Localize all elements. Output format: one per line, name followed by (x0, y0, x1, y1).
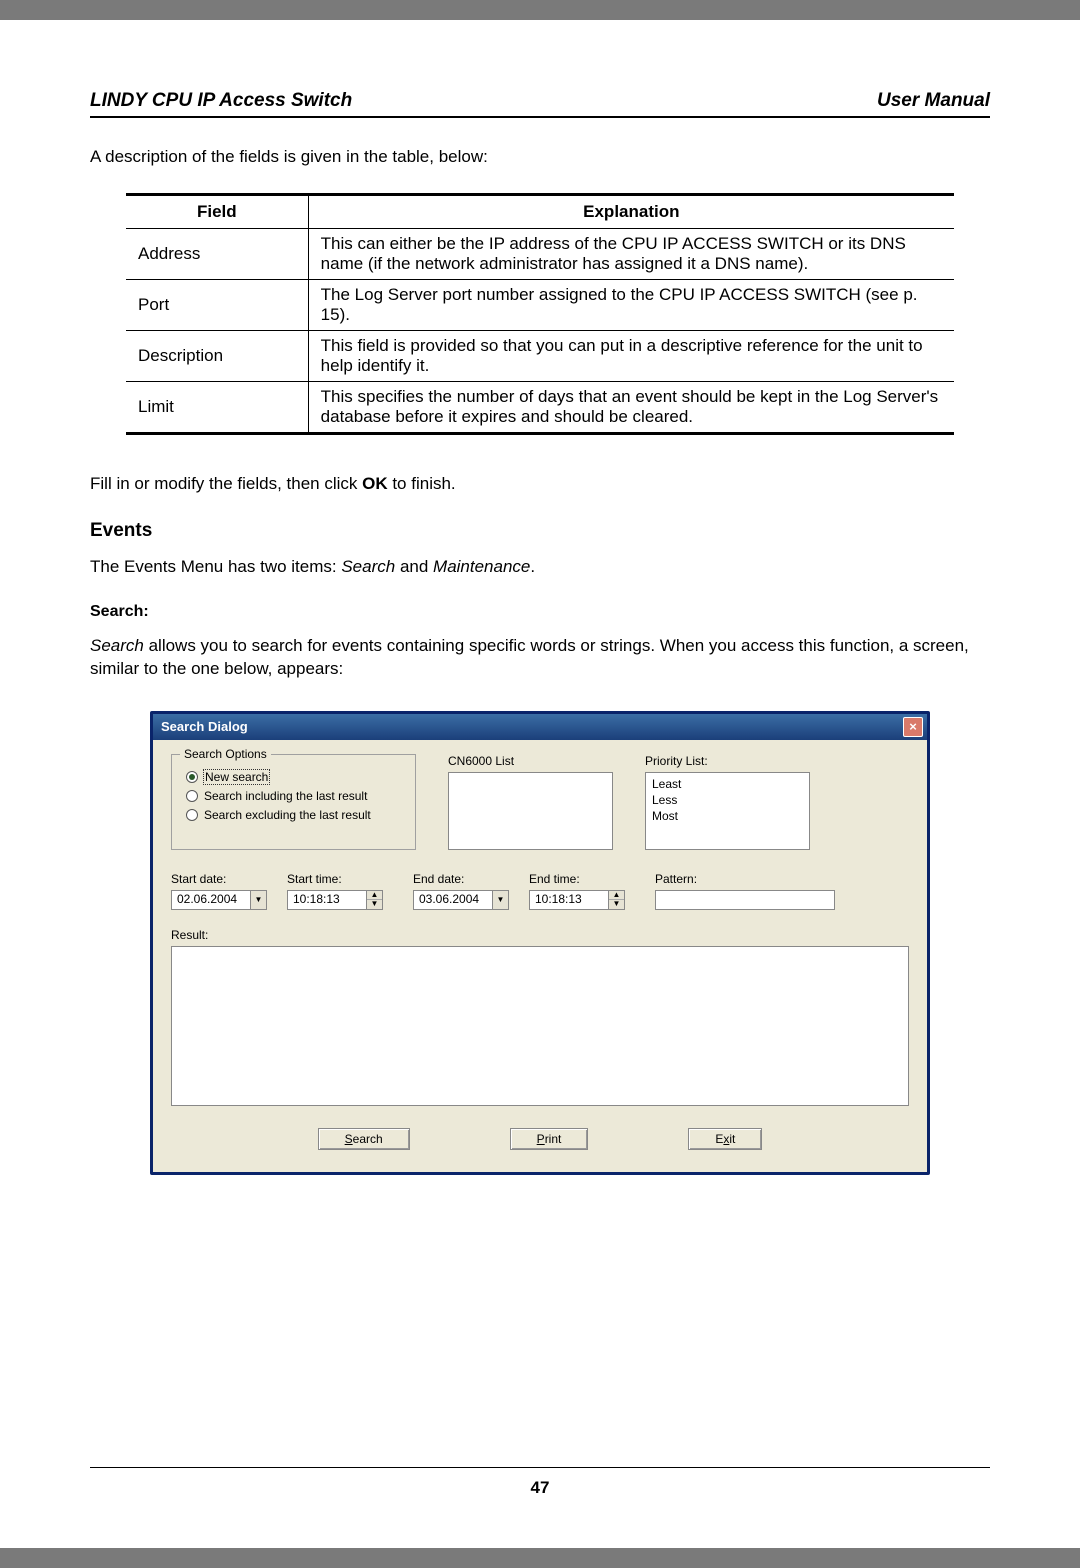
print-button[interactable]: Print (510, 1128, 589, 1150)
intro-text: A description of the fields is given in … (90, 146, 990, 169)
spinner-icon[interactable]: ▲▼ (367, 890, 383, 910)
fields-table: Field Explanation Address This can eithe… (126, 193, 954, 435)
table-row: Address This can either be the IP addres… (126, 228, 954, 279)
events-heading: Events (90, 520, 990, 542)
search-options-fieldset: Search Options New search Search includi… (171, 754, 416, 850)
list-item[interactable]: Least (652, 776, 803, 792)
dialog-titlebar: Search Dialog × (153, 714, 927, 740)
spinner-icon[interactable]: ▲▼ (609, 890, 625, 910)
end-date-input[interactable]: 03.06.2004 ▼ (413, 890, 509, 910)
dialog-top-row: Search Options New search Search includi… (171, 754, 909, 850)
end-date-col: End date: 03.06.2004 ▼ (413, 872, 509, 910)
chevron-down-icon[interactable]: ▼ (493, 890, 509, 910)
cn6000-listbox[interactable] (448, 772, 613, 850)
pattern-col: Pattern: (655, 872, 835, 910)
events-mid: and (395, 557, 433, 576)
chevron-down-icon[interactable]: ▼ (251, 890, 267, 910)
start-date-col: Start date: 02.06.2004 ▼ (171, 872, 267, 910)
dialog-wrapper: Search Dialog × Search Options New searc… (90, 711, 990, 1175)
end-time-label: End time: (529, 872, 625, 886)
start-pair: Start date: 02.06.2004 ▼ Start time: 10:… (171, 872, 383, 910)
cell-expl: This specifies the number of days that a… (308, 381, 954, 433)
search-button[interactable]: Search (318, 1128, 410, 1150)
close-icon[interactable]: × (903, 717, 923, 737)
events-i1: Search (341, 557, 395, 576)
search-para-italic: Search (90, 636, 144, 655)
result-listbox[interactable] (171, 946, 909, 1106)
cell-field: Description (126, 330, 308, 381)
dialog-mid-row: Start date: 02.06.2004 ▼ Start time: 10:… (171, 872, 909, 910)
end-time-value[interactable]: 10:18:13 (529, 890, 609, 910)
exit-button[interactable]: Exit (688, 1128, 762, 1150)
radio-include-last[interactable]: Search including the last result (186, 789, 401, 803)
search-subheading: Search: (90, 603, 990, 621)
dialog-title: Search Dialog (161, 719, 248, 734)
page-number: 47 (531, 1478, 550, 1497)
start-date-label: Start date: (171, 872, 267, 886)
start-date-input[interactable]: 02.06.2004 ▼ (171, 890, 267, 910)
list-item[interactable]: Less (652, 792, 803, 808)
radio-new-search[interactable]: New search (186, 770, 401, 784)
start-time-input[interactable]: 10:18:13 ▲▼ (287, 890, 383, 910)
fill-line: Fill in or modify the fields, then click… (90, 473, 990, 496)
radio-icon (186, 771, 198, 783)
start-time-value[interactable]: 10:18:13 (287, 890, 367, 910)
end-date-value[interactable]: 03.06.2004 (413, 890, 493, 910)
dialog-body: Search Options New search Search includi… (153, 740, 927, 1172)
header-left: LINDY CPU IP Access Switch (90, 90, 352, 112)
cell-expl: This can either be the IP address of the… (308, 228, 954, 279)
dialog-button-row: Search Print Exit (171, 1128, 909, 1150)
col-header-field: Field (126, 194, 308, 228)
end-date-label: End date: (413, 872, 509, 886)
cell-field: Limit (126, 381, 308, 433)
end-time-col: End time: 10:18:13 ▲▼ (529, 872, 625, 910)
list-item[interactable]: Most (652, 808, 803, 824)
cell-expl: The Log Server port number assigned to t… (308, 279, 954, 330)
cn6000-column: CN6000 List (448, 754, 613, 850)
table-row: Port The Log Server port number assigned… (126, 279, 954, 330)
search-paragraph: Search allows you to search for events c… (90, 635, 990, 681)
radio-exclude-last[interactable]: Search excluding the last result (186, 808, 401, 822)
page-footer: 47 (90, 1467, 990, 1498)
cell-expl: This field is provided so that you can p… (308, 330, 954, 381)
fill-pre: Fill in or modify the fields, then click (90, 474, 362, 493)
radio-label: New search (204, 770, 269, 784)
start-date-value[interactable]: 02.06.2004 (171, 890, 251, 910)
priority-column: Priority List: Least Less Most (645, 754, 810, 850)
events-i2: Maintenance (433, 557, 530, 576)
radio-label: Search excluding the last result (204, 808, 371, 822)
col-header-explanation: Explanation (308, 194, 954, 228)
events-line: The Events Menu has two items: Search an… (90, 556, 990, 579)
doc-header: LINDY CPU IP Access Switch User Manual (90, 90, 990, 118)
search-para-rest: allows you to search for events containi… (90, 636, 969, 678)
cell-field: Port (126, 279, 308, 330)
pattern-label: Pattern: (655, 872, 835, 886)
pattern-input[interactable] (655, 890, 835, 910)
events-post: . (530, 557, 535, 576)
fill-bold: OK (362, 474, 388, 493)
end-pair: End date: 03.06.2004 ▼ End time: 10:18:1… (413, 872, 625, 910)
table-row: Description This field is provided so th… (126, 330, 954, 381)
start-time-label: Start time: (287, 872, 383, 886)
radio-icon (186, 790, 198, 802)
priority-label: Priority List: (645, 754, 810, 768)
radio-icon (186, 809, 198, 821)
result-label: Result: (171, 928, 909, 942)
search-dialog: Search Dialog × Search Options New searc… (150, 711, 930, 1175)
page: LINDY CPU IP Access Switch User Manual A… (0, 20, 1080, 1548)
events-pre: The Events Menu has two items: (90, 557, 341, 576)
end-time-input[interactable]: 10:18:13 ▲▼ (529, 890, 625, 910)
priority-listbox[interactable]: Least Less Most (645, 772, 810, 850)
table-row: Limit This specifies the number of days … (126, 381, 954, 433)
start-time-col: Start time: 10:18:13 ▲▼ (287, 872, 383, 910)
fill-post: to finish. (388, 474, 456, 493)
cn6000-label: CN6000 List (448, 754, 613, 768)
header-right: User Manual (877, 90, 990, 112)
radio-label: Search including the last result (204, 789, 367, 803)
fieldset-legend: Search Options (180, 747, 271, 761)
cell-field: Address (126, 228, 308, 279)
